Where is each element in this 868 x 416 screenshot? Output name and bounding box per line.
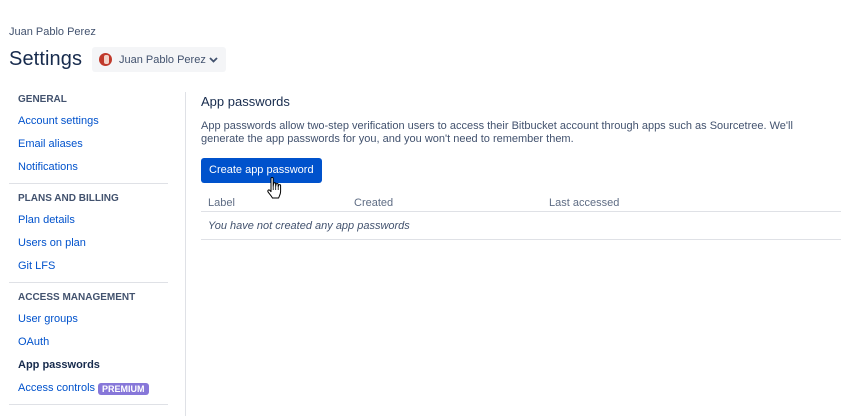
nav-section-plans-billing: PLANS AND BILLING Plan details Users on …	[9, 189, 168, 278]
sidebar-item-notifications[interactable]: Notifications	[18, 156, 168, 179]
chevron-down-icon	[208, 55, 218, 65]
column-header-last-accessed[interactable]: Last accessed	[542, 194, 619, 211]
sidebar-item-account-settings[interactable]: Account settings	[18, 110, 168, 133]
nav-heading: GENERAL	[18, 94, 67, 105]
sidebar-item-app-passwords[interactable]: App passwords	[18, 354, 168, 377]
premium-badge: PREMIUM	[98, 382, 149, 395]
app-passwords-table: Label Created Last accessed You have not…	[201, 194, 841, 240]
sidebar-item-oauth[interactable]: OAuth	[18, 331, 168, 354]
sidebar-item-plan-details[interactable]: Plan details	[18, 209, 168, 232]
empty-table-message: You have not created any app passwords	[201, 212, 841, 240]
content-divider	[185, 92, 186, 416]
sidebar-item-users-on-plan[interactable]: Users on plan	[18, 232, 168, 255]
page-title: Settings	[9, 48, 83, 70]
create-app-password-button[interactable]: Create app password	[201, 158, 322, 183]
nav-section-access-management: ACCESS MANAGEMENT User groups OAuth App …	[9, 288, 168, 400]
column-header-created[interactable]: Created	[347, 194, 542, 211]
table-header: Label Created Last accessed	[201, 194, 841, 212]
nav-section-general: GENERAL Account settings Email aliases N…	[9, 90, 168, 179]
sidebar-item-label: Access controls	[18, 382, 96, 394]
section-title: App passwords	[201, 94, 290, 109]
account-selector[interactable]: Juan Pablo Perez	[92, 47, 226, 72]
avatar	[99, 53, 112, 66]
account-name: Juan Pablo Perez	[119, 53, 206, 66]
sidebar-item-email-aliases[interactable]: Email aliases	[18, 133, 168, 156]
breadcrumb[interactable]: Juan Pablo Perez	[9, 26, 96, 38]
sidebar-item-access-controls[interactable]: Access controls PREMIUM	[18, 377, 168, 400]
main-content: App passwords App passwords allow two-st…	[201, 94, 841, 240]
settings-sidebar: GENERAL Account settings Email aliases N…	[9, 90, 168, 410]
divider	[9, 282, 168, 283]
section-description: App passwords allow two-step verificatio…	[201, 120, 793, 145]
divider	[9, 404, 168, 405]
sidebar-item-user-groups[interactable]: User groups	[18, 308, 168, 331]
nav-heading: ACCESS MANAGEMENT	[18, 292, 136, 303]
sidebar-item-git-lfs[interactable]: Git LFS	[18, 255, 168, 278]
nav-heading: PLANS AND BILLING	[18, 193, 119, 204]
hand-pointer-icon	[267, 177, 282, 199]
divider	[9, 183, 168, 184]
